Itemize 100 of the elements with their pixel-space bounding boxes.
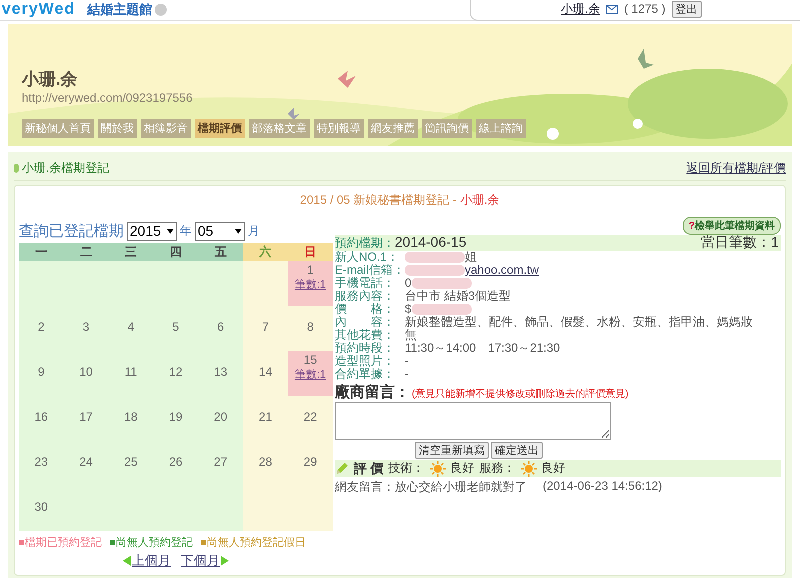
field-label: 手機電話： [335,277,396,290]
field-value: - [405,368,409,381]
weekday-header: 三 [108,243,154,261]
sun-icon [430,460,446,476]
calendar-day[interactable]: 13 [198,351,244,396]
calendar-day[interactable]: 11 [108,351,154,396]
weekday-header: 五 [198,243,244,261]
weekday-header: 二 [64,243,109,261]
field-value: 新娘整體造型、配件、飾品、假髮、水粉、安瓶、指甲油、媽媽妝 [405,316,753,329]
user-link[interactable]: 小珊.余 [561,0,600,18]
booking-date: 預約檔期：2014-06-15 [335,234,467,251]
comment-time: (2014-06-23 14:56:12) [543,479,662,495]
calendar-day[interactable]: 25 [108,441,154,486]
rating-value: 良好 [450,460,475,477]
field-label: 預約時段： [335,342,396,355]
section-dropdown[interactable]: 結婚主題館 [87,1,168,19]
calendar-day[interactable]: 1 筆數:1 [288,261,333,306]
calendar-day[interactable]: 26 [154,441,198,486]
calendar-day[interactable]: 15 筆數:1 [288,351,333,396]
report-button[interactable]: ?檢舉此筆檔期資料 [682,217,781,235]
redaction-mark [412,278,472,289]
field-label: 價 格： [335,303,396,316]
field-value: - [405,355,409,368]
calendar-day[interactable]: 27 [198,441,244,486]
daily-count: 當日筆數：1 [701,234,779,252]
calendar-day[interactable]: 2 [19,306,64,351]
weekday-header: 日 [288,243,333,261]
calendar-day[interactable]: 8 [288,306,333,351]
field-value: 11:30～14:00 17:30～21:30 [405,342,560,355]
email-link[interactable]: yahoo.com.tw [465,264,540,277]
field-label: E-mail信箱： [335,264,405,277]
page-heading: 2015 / 05 新娘秘書檔期登記 - 小珊.余 [300,193,500,207]
field-value: 無 [405,329,417,342]
calendar-day[interactable]: 29 [288,441,333,486]
field-label: 合約單據： [335,368,396,381]
field-label: 造型照片： [335,355,396,368]
clear-button[interactable]: 清空重新填寫 [415,442,489,459]
calendar-day[interactable]: 19 [154,396,198,441]
field-label: 新人NO.1： [335,251,400,264]
calendar-day[interactable]: 3 [64,306,109,351]
legend-label: 檔期已預約登記 [25,536,102,550]
nav-tab[interactable]: 檔期評價 [195,119,245,138]
calendar-day[interactable]: 6 [198,306,244,351]
calendar-day[interactable]: 22 [288,396,333,441]
calendar-day[interactable]: 28 [243,441,288,486]
booking-count-link[interactable]: 筆數:1 [294,367,326,382]
field-value: 0 [405,277,412,290]
mail-icon[interactable] [606,4,618,14]
booking-count-link[interactable]: 筆數:1 [294,277,326,292]
weekday-header: 一 [19,243,64,261]
calendar-day[interactable]: 14 [243,351,288,396]
calendar-day[interactable]: 20 [198,396,244,441]
calendar-day[interactable]: 16 [19,396,64,441]
message-note: (意見只能新增不提供修改或刪除過去的評價意見) [412,388,629,401]
profile-name: 小珊.余 [22,69,78,91]
field-label: 內 容： [335,316,396,329]
message-field[interactable] [335,402,611,440]
rating-label: 服務： [480,460,516,477]
logout-button[interactable]: 登出 [672,0,702,18]
back-link[interactable]: 返回所有檔期/評價 [686,160,786,177]
calendar-day[interactable]: 23 [19,441,64,486]
caret-icon[interactable] [235,228,242,234]
caret-icon[interactable] [167,228,174,234]
field-value: 姐 [465,251,477,264]
month-unit: 月 [248,222,260,240]
calendar-day[interactable]: 7 [243,306,288,351]
field-label: 服務內容： [335,290,396,303]
month-select[interactable]: 05 [195,222,245,240]
submit-button[interactable]: 確定送出 [491,442,543,459]
calendar-day[interactable]: 24 [64,441,109,486]
weekday-header: 四 [154,243,198,261]
message-label: 廠商留言： [335,383,410,402]
pencil-icon [335,462,349,476]
redaction-mark [412,304,472,315]
calendar-day[interactable]: 21 [243,396,288,441]
rating-value: 良好 [542,460,566,477]
profile-url: http://verywed.com/0923197556 [22,91,193,105]
prev-month-link[interactable]: 上個月 [123,552,171,570]
calendar-day[interactable]: 18 [108,396,154,441]
leaf-icon [14,164,19,173]
calendar-day[interactable]: 4 [108,306,154,351]
year-unit: 年 [180,222,192,240]
redaction-mark [405,265,465,276]
calendar-day[interactable]: 30 [19,486,64,531]
calendar-day[interactable]: 9 [19,351,64,396]
rating-title: 評 價 [354,460,384,478]
sun-icon [520,460,537,476]
calendar-day[interactable]: 10 [64,351,109,396]
calendar-day[interactable]: 5 [154,306,198,351]
query-label: 查詢已登記檔期 [19,222,124,240]
next-month-link[interactable]: 下個月 [181,552,229,570]
calendar-day[interactable]: 12 [154,351,198,396]
site-logo[interactable]: veryWed [2,1,76,19]
redaction-mark [405,252,465,263]
field-label: 其他花費： [335,329,396,342]
calendar-day[interactable]: 17 [64,396,109,441]
year-select[interactable]: 2015 [127,222,177,240]
field-value: $ [405,303,412,316]
section-title: 小珊.余檔期登記 [22,160,110,177]
rating-label: 技術： [388,460,425,477]
